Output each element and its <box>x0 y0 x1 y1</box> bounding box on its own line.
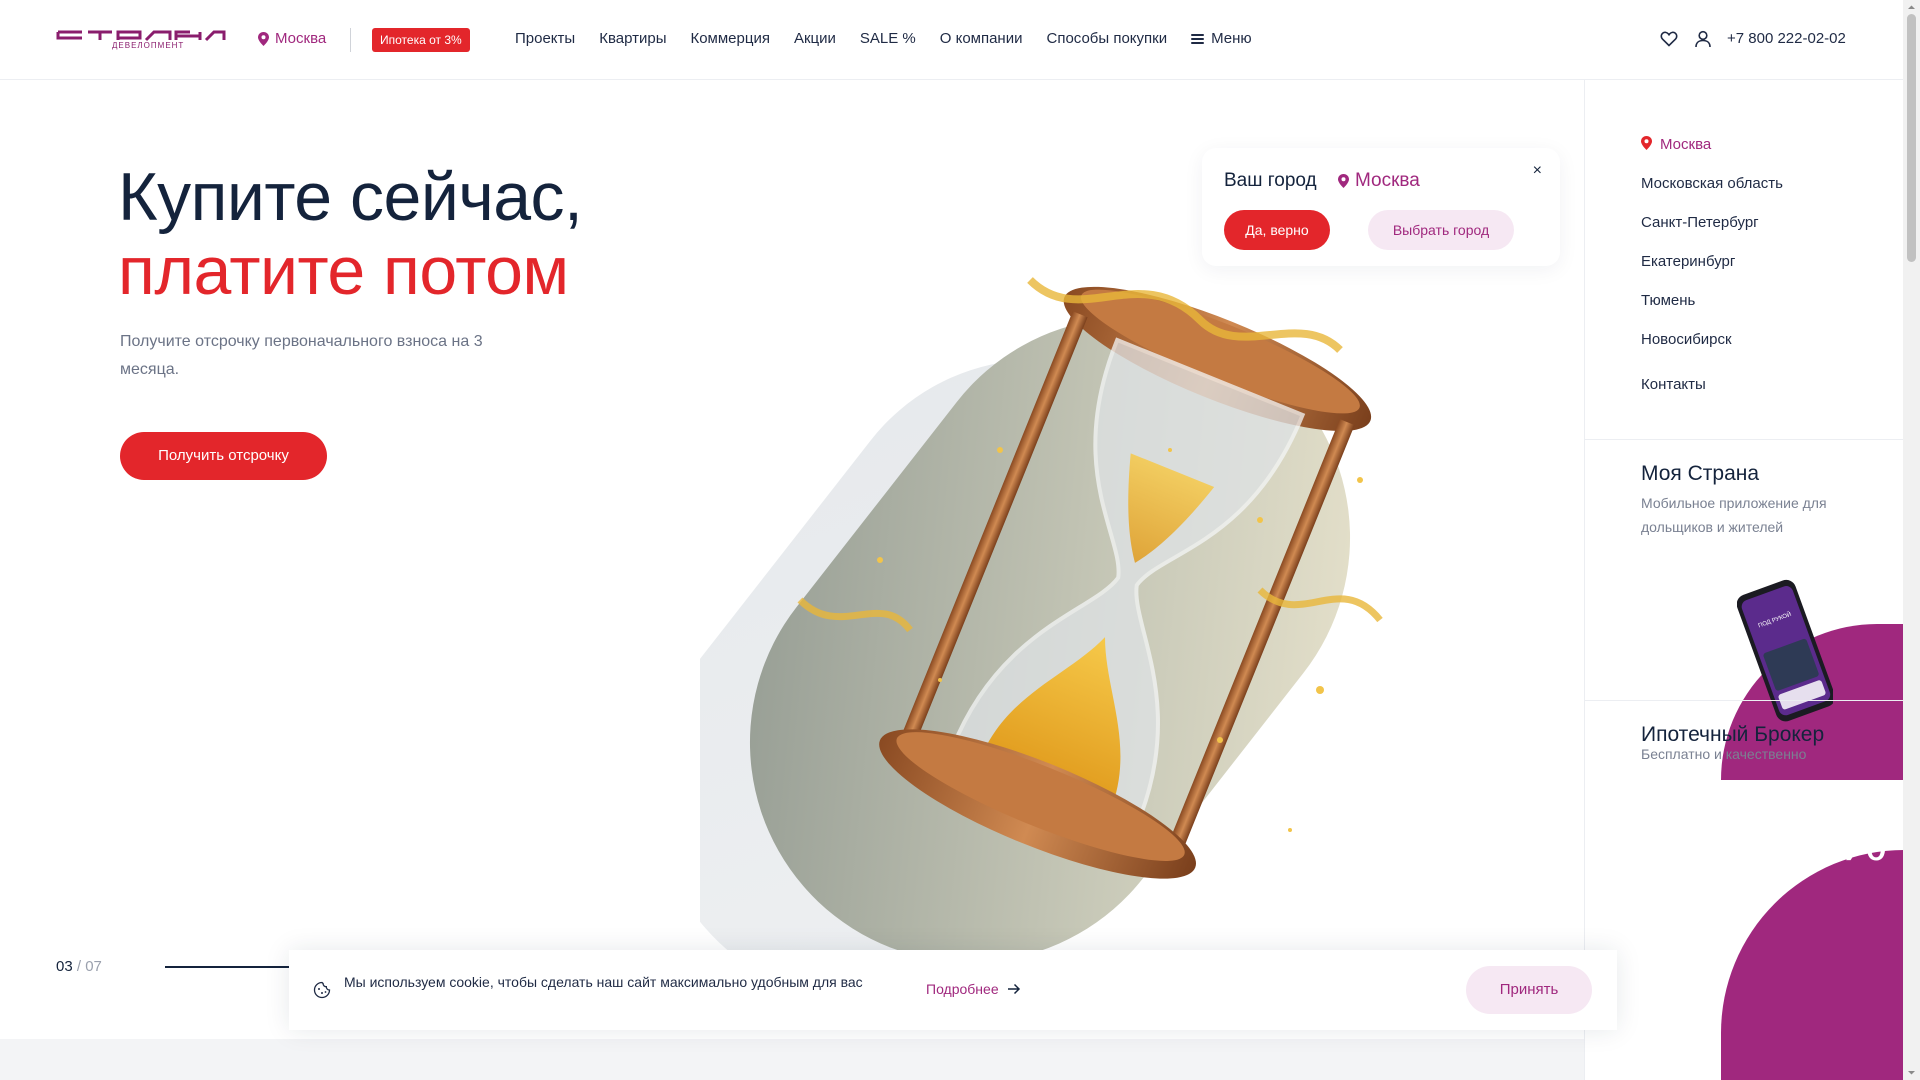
mortgage-badge[interactable]: Ипотека от 3% <box>372 28 470 52</box>
divider <box>350 28 351 52</box>
phone-number[interactable]: +7 800 222-02-02 <box>1727 30 1846 47</box>
scroll-thumb[interactable] <box>1907 14 1916 262</box>
scroll-up-icon[interactable] <box>1907 3 1916 12</box>
pin-icon <box>1641 136 1652 150</box>
broker-card-subtitle: Бесплатно и качественно <box>1641 746 1807 762</box>
site-header: ДЕВЕЛОПМЕНТ Москва Ипотека от 3% Проекты… <box>0 0 1903 80</box>
app-card-subtitle: Мобильное приложение для дольщиков и жит… <box>1641 495 1827 535</box>
heart-icon[interactable] <box>1660 30 1678 48</box>
divider <box>1585 700 1904 701</box>
cookie-more-label: Подробнее <box>926 981 999 997</box>
pin-icon <box>258 31 269 46</box>
logo-caption: ДЕВЕЛОПМЕНТ <box>112 41 185 50</box>
contacts-link[interactable]: Контакты <box>1641 376 1706 393</box>
cookie-banner: Мы используем cookie, чтобы сделать наш … <box>289 950 1617 1030</box>
hero-title-line2: платите потом <box>118 233 569 309</box>
header-city-label: Москва <box>275 30 327 47</box>
close-icon[interactable]: × <box>1533 162 1542 180</box>
popup-city-label: Москва <box>1355 170 1420 191</box>
city-item-spb[interactable]: Санкт-Петербург <box>1641 214 1783 253</box>
app-card-title[interactable]: Моя Страна <box>1641 462 1759 486</box>
confirm-city-button[interactable]: Да, верно <box>1224 210 1330 250</box>
nav-apartments[interactable]: Квартиры <box>599 30 666 47</box>
popup-city: Москва <box>1338 170 1420 192</box>
user-icon[interactable] <box>1694 30 1712 48</box>
city-item-label: Екатеринбург <box>1641 253 1736 270</box>
city-item-ekaterinburg[interactable]: Екатеринбург <box>1641 253 1783 292</box>
page-scrollbar[interactable] <box>1903 0 1920 1080</box>
get-deferral-button[interactable]: Получить отсрочку <box>120 432 327 480</box>
city-item-label: Санкт-Петербург <box>1641 214 1759 231</box>
accept-cookie-button[interactable]: Принять <box>1466 966 1592 1014</box>
city-item-novosibirsk[interactable]: Новосибирск <box>1641 331 1783 370</box>
hero-title-line1: Купите сейчас, <box>118 159 583 235</box>
page-bottom-band <box>0 1039 1584 1080</box>
city-list: Москва Московская область Санкт-Петербур… <box>1641 136 1783 370</box>
cookie-text: Мы используем cookie, чтобы сделать наш … <box>344 974 863 990</box>
pin-icon <box>1338 174 1349 188</box>
nav-commerce[interactable]: Коммерция <box>690 30 769 47</box>
main-nav: Проекты Квартиры Коммерция Акции SALE % … <box>515 30 1252 47</box>
slide-counter: 03 / 07 <box>56 958 102 975</box>
city-item-tyumen[interactable]: Тюмень <box>1641 292 1783 331</box>
cookie-more-link[interactable]: Подробнее <box>926 981 1021 997</box>
slide-total: / 07 <box>76 958 102 975</box>
menu-label: Меню <box>1211 30 1252 47</box>
nav-promotions[interactable]: Акции <box>794 30 836 47</box>
nav-about[interactable]: О компании <box>940 30 1023 47</box>
city-question: Ваш город <box>1224 170 1317 191</box>
scroll-down-icon[interactable] <box>1907 1068 1916 1077</box>
nav-sale[interactable]: SALE % <box>860 30 916 47</box>
nav-purchase-methods[interactable]: Способы покупки <box>1046 30 1167 47</box>
side-panel: Москва Московская область Санкт-Петербур… <box>1584 80 1904 1080</box>
cookie-icon <box>313 981 331 999</box>
burger-icon <box>1191 33 1205 44</box>
slide-current: 03 <box>56 958 73 975</box>
city-item-moscow[interactable]: Москва <box>1641 136 1783 175</box>
city-confirm-popup: Ваш город Москва × Да, верно Выбрать гор… <box>1202 148 1560 266</box>
city-item-label: Московская область <box>1641 175 1783 192</box>
city-item-label: Тюмень <box>1641 292 1696 309</box>
city-item-label: Новосибирск <box>1641 331 1732 348</box>
broker-card-decoration <box>1721 850 1904 1080</box>
city-item-moscow-region[interactable]: Московская область <box>1641 175 1783 214</box>
hourglass-illustration <box>700 277 1383 970</box>
header-city-selector[interactable]: Москва <box>258 30 326 47</box>
hero-subtitle: Получите отсрочку первоначального взноса… <box>120 333 483 378</box>
city-item-label: Москва <box>1660 136 1712 153</box>
menu-button[interactable]: Меню <box>1191 30 1252 47</box>
broker-rate: 3.0% <box>1755 808 1888 873</box>
choose-city-button[interactable]: Выбрать город <box>1368 210 1514 250</box>
nav-projects[interactable]: Проекты <box>515 30 575 47</box>
arrow-right-icon <box>1007 983 1020 995</box>
divider <box>1585 439 1904 440</box>
phone-mockup-image: ПОД РУКОЙ <box>1737 579 1833 722</box>
